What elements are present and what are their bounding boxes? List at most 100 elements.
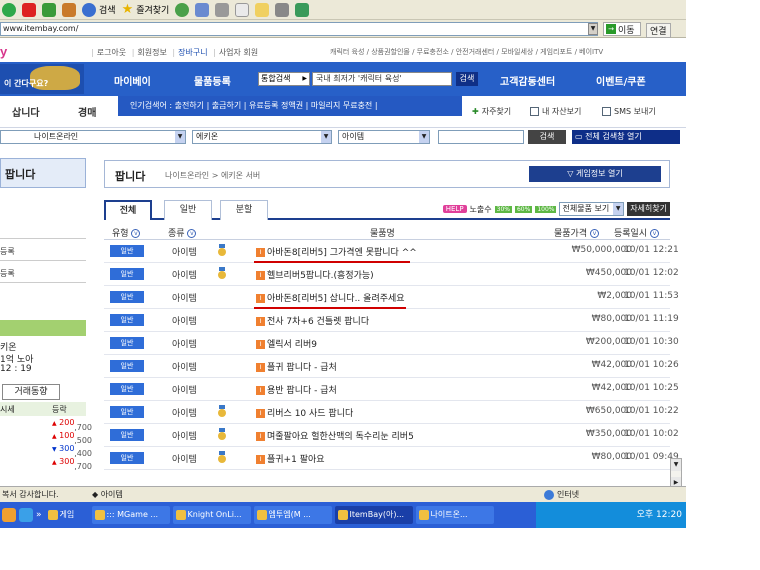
member-info-link[interactable]: 회원정보 (137, 48, 166, 57)
item-name-link[interactable]: I 플귀 팝니다 - 급처 (256, 360, 337, 373)
table-row[interactable]: 일반 아이템 I 아바돈8[리버5] 삽니다.. 올려주세요 ₩2,000 10/01 1… (104, 286, 679, 309)
scroll-down-arrow-icon[interactable]: ▼ (671, 459, 681, 471)
table-row[interactable]: 일반 아이템 I 헬브리버5팝니다.(흥정가능) ₩450,000 10/01 12:02 (104, 263, 679, 286)
table-row[interactable]: 일반 아이템 I 플귀+1 팔아요 ₩80,000 10/01 09:49 (104, 447, 679, 470)
status-text: 복서 감사합니다. (2, 490, 59, 499)
category-cell: 아이템 (172, 363, 197, 373)
messenger-icon[interactable] (295, 2, 310, 17)
tab-buy[interactable]: 삽니다 (12, 104, 40, 119)
tab-all[interactable]: 전체 (104, 200, 152, 220)
popular-searches[interactable]: 인기검색어 : 출전하기 | 출금하기 | 유료등록 정액권 | 마일리지 무료… (118, 96, 462, 116)
item-name-link[interactable]: I 아바돈8[리버5] 그가격엔 못팝니다 ^^ (256, 245, 417, 258)
pct-badge-100[interactable]: 100% (535, 205, 557, 213)
site-logo[interactable]: y (0, 44, 7, 59)
col-type[interactable]: 유형 v (112, 226, 141, 239)
quicklaunch-icon[interactable] (2, 508, 16, 522)
item-name-link[interactable]: I 헬브리버5팝니다.(흥정가능) (256, 268, 374, 281)
keyword-input[interactable] (438, 130, 524, 144)
tab-auction[interactable]: 경매 (78, 104, 96, 119)
edit-icon[interactable] (235, 2, 250, 17)
tab-split[interactable]: 분할 (220, 200, 268, 220)
tab-normal[interactable]: 일반 (164, 200, 212, 220)
taskbar-item[interactable]: ItemBay(아)... (334, 506, 413, 524)
favorites-button[interactable]: ★ 즐겨찾기 (122, 2, 170, 17)
go-button[interactable]: → 이동 (603, 22, 641, 36)
business-member-link[interactable]: 사업자 회원 (219, 48, 258, 57)
nav-banner[interactable]: 이 간다구요? (0, 64, 84, 94)
taskbar-item[interactable]: ::: MGame ... (91, 506, 170, 524)
window-icon: ▭ (575, 132, 583, 141)
nav-item-register[interactable]: 물품등록 (194, 73, 231, 88)
help-badge[interactable]: HELP (442, 205, 467, 213)
item-name: 아바돈8[리버5] 그가격엔 못팝니다 ^^ (267, 248, 417, 258)
mail-icon[interactable] (195, 2, 210, 17)
chevron-down-icon: ▼ (419, 131, 429, 143)
table-row[interactable]: 일반 아이템 I 엘릭서 리버9 ₩200,000 10/01 10:30 (104, 332, 679, 355)
logout-link[interactable]: 로그아웃 (97, 48, 126, 57)
item-name-link[interactable]: I 며줄팔아요 헐한산맥의 독수리눈 리버5 (256, 429, 414, 442)
quicklaunch-icon[interactable] (19, 508, 33, 522)
game-select[interactable]: 나이트온라인 ▼ (0, 130, 186, 144)
site-search-button[interactable]: 검색 (456, 72, 478, 86)
cart-link[interactable]: 장바구니 (178, 48, 207, 57)
assets-link[interactable]: 내 자산보기 (542, 106, 581, 117)
table-row[interactable]: 일반 아이템 I 용반 팝니다 - 급처 ₩42,000 10/01 10:25 (104, 378, 679, 401)
view-select[interactable]: 전체물품 보기 ▼ (559, 202, 625, 216)
taskbar-item[interactable]: Knight OnLi... (172, 506, 251, 524)
item-name-link[interactable]: I 엘릭서 리버9 (256, 337, 317, 350)
pct-badge-30[interactable]: 30% (494, 205, 512, 213)
server-select[interactable]: 에키온 ▼ (192, 130, 332, 144)
item-name-link[interactable]: I 전사 7차+6 건틀렛 팝니다 (256, 314, 369, 327)
category-cell: 아이템 (172, 248, 197, 258)
col-category[interactable]: 종류 v (168, 226, 197, 239)
detail-search-button[interactable]: 자세히찾기 (627, 202, 670, 216)
table-row[interactable]: 일반 아이템 I 전사 7차+6 건틀렛 팝니다 ₩80,000 10/01 11:19 (104, 309, 679, 332)
print-icon[interactable] (215, 2, 230, 17)
date-cell: 10/01 11:19 (624, 314, 679, 324)
sidebar-item-register[interactable]: 등록 (0, 268, 15, 279)
folder-icon[interactable] (255, 2, 270, 17)
links-button[interactable]: 연결 (646, 23, 671, 38)
open-full-search-button[interactable]: ▭ 전체 검색창 열기 (572, 130, 680, 144)
pct-badge-60[interactable]: 60% (514, 205, 533, 213)
category-select[interactable]: 아이템 ▼ (338, 130, 430, 144)
more-icon[interactable]: » (36, 510, 42, 520)
item-name-link[interactable]: I 아바돈8[리버5] 삽니다.. 올려주세요 (256, 291, 405, 304)
game-info-button[interactable]: ▽ 게임정보 열기 (529, 166, 661, 182)
service-links[interactable]: 캐릭터 육성 / 상품권할인몰 / 무료충전소 / 안전거래센터 / 모바일세상… (330, 47, 603, 57)
frequent-link[interactable]: 자주찾기 (482, 106, 511, 117)
item-name-link[interactable]: I 용반 팝니다 - 급처 (256, 383, 337, 396)
taskbar-item[interactable]: 게임 (45, 506, 89, 524)
forward-icon[interactable] (2, 2, 16, 17)
refresh-icon[interactable] (42, 2, 56, 17)
date-cell: 10/01 10:30 (624, 337, 679, 347)
trend-tab[interactable]: 거래동향 (2, 384, 60, 400)
nav-customer-center[interactable]: 고객감동센터 (500, 73, 555, 88)
search-button[interactable]: 검색 (82, 2, 116, 17)
research-icon[interactable] (275, 2, 290, 17)
sidebar-item-register[interactable]: 등록 (0, 246, 15, 257)
history-icon[interactable] (175, 2, 190, 17)
price-cell: ₩80,000 (591, 452, 632, 462)
search-type-select[interactable]: 통합검색 ▶ (258, 72, 310, 86)
address-dropdown[interactable]: ▼ (588, 23, 598, 35)
address-input[interactable]: www.itembay.com/ (0, 22, 598, 36)
date-cell: 10/01 11:53 (624, 291, 679, 301)
sms-link[interactable]: SMS 보내기 (614, 106, 656, 117)
nav-mybay[interactable]: 마이베이 (114, 73, 151, 88)
table-row[interactable]: 일반 아이템 I 플귀 팝니다 - 급처 ₩42,000 10/01 10:26 (104, 355, 679, 378)
taskbar-item[interactable]: 나이트온... (415, 506, 494, 524)
site-search-input[interactable]: 국내 최저가 '캐릭터 육성' (312, 72, 452, 86)
nav-event-coupon[interactable]: 이벤트/쿠폰 (596, 73, 646, 88)
stop-icon[interactable] (22, 2, 36, 17)
item-name-link[interactable]: I 리버스 10 사드 팝니다 (256, 406, 353, 419)
item-name-link[interactable]: I 플귀+1 팔아요 (256, 452, 325, 465)
table-row[interactable]: 일반 아이템 I 며줄팔아요 헐한산맥의 독수리눈 리버5 ₩350,000 10/01 … (104, 424, 679, 447)
table-row[interactable]: 일반 아이템 I 리버스 10 사드 팝니다 ₩650,000 10/01 10:22 (104, 401, 679, 424)
home-icon[interactable] (62, 2, 76, 17)
table-row[interactable]: 일반 아이템 I 아바돈8[리버5] 그가격엔 못팝니다 ^^ ₩50,000,000 1… (104, 240, 679, 263)
col-date[interactable]: 등록일시 v (614, 226, 659, 239)
filter-search-button[interactable]: 검색 (528, 130, 566, 144)
taskbar-item[interactable]: 엠투엠(M ... (253, 506, 332, 524)
col-price[interactable]: 물품가격 v (554, 226, 599, 239)
